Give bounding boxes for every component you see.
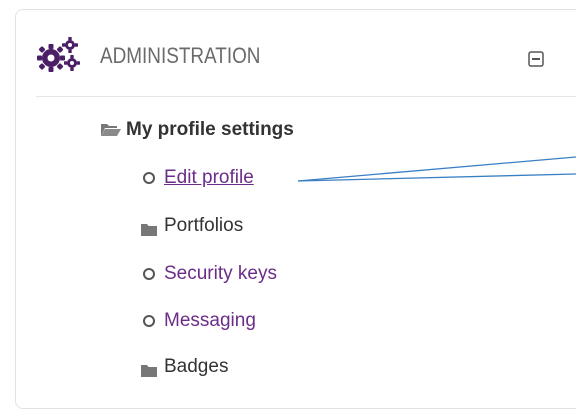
- portfolios-label: Portfolios: [164, 215, 244, 236]
- collapse-icon[interactable]: [528, 51, 544, 67]
- header-divider: [36, 96, 576, 97]
- section-label: My profile settings: [126, 119, 294, 140]
- security-keys-link[interactable]: Security keys: [164, 263, 277, 285]
- folder-open-icon: [100, 122, 122, 137]
- administration-block: ADMINISTRATION: [15, 9, 576, 409]
- circle-icon: [143, 268, 155, 280]
- messaging-link[interactable]: Messaging: [164, 310, 256, 332]
- folder-icon: [141, 220, 157, 242]
- edit-profile-link[interactable]: Edit profile: [164, 167, 254, 189]
- gears-icon: [37, 36, 81, 74]
- block-header: ADMINISTRATION: [16, 10, 576, 96]
- folder-icon: [141, 361, 157, 383]
- circle-icon: [143, 315, 155, 327]
- block-title: ADMINISTRATION: [100, 43, 261, 68]
- badges-label: Badges: [164, 356, 229, 377]
- circle-icon: [143, 172, 155, 184]
